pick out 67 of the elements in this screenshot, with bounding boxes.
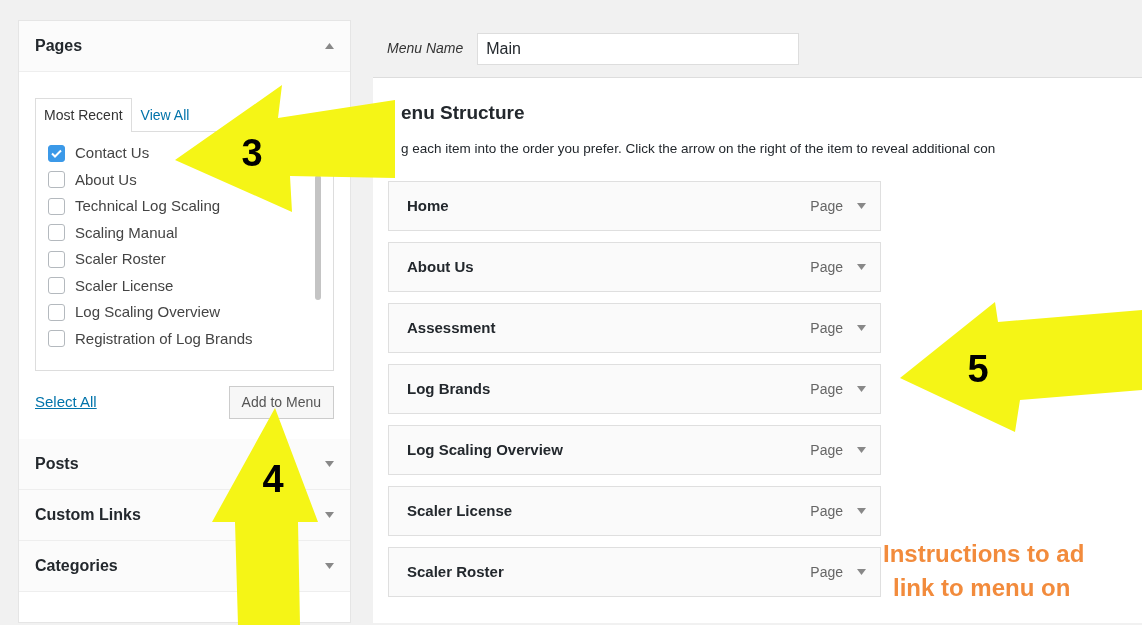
checkbox[interactable]	[48, 224, 65, 242]
checkbox-label: Scaler Roster	[75, 249, 166, 269]
checkbox[interactable]	[48, 171, 65, 189]
expand-icon[interactable]	[857, 203, 866, 210]
checkbox-label: Technical Log Scaling	[75, 196, 221, 216]
tab[interactable]: Most Recent	[35, 98, 132, 132]
item-type: Page	[810, 257, 843, 277]
collapse-icon[interactable]	[325, 43, 334, 49]
menu-item[interactable]: Scaler License Page	[388, 486, 881, 537]
item-type: Page	[810, 318, 843, 338]
expand-icon[interactable]	[325, 512, 334, 518]
checkbox-label: Scaler License	[75, 275, 174, 296]
section-title[interactable]: Posts	[35, 452, 79, 476]
expand-icon[interactable]	[857, 508, 866, 515]
menu-name-field[interactable]: Main	[477, 32, 800, 65]
checkbox-label: Contact Us	[75, 143, 150, 163]
field-label: Menu Name	[387, 39, 464, 58]
expand-icon[interactable]	[325, 563, 334, 569]
menu-item-title: Assessment	[407, 317, 497, 338]
section-title[interactable]: Custom Links	[35, 503, 141, 527]
step-number: 3	[241, 132, 263, 174]
item-type: Page	[810, 196, 843, 216]
scrollbar[interactable]	[315, 175, 321, 300]
menu-item[interactable]: Assessment Page	[388, 303, 881, 354]
description-text: g each item into the order you prefer. Click the arrow on the right of the item to reveal additional con	[401, 139, 997, 158]
select-all-link[interactable]: Select All	[35, 391, 97, 414]
menu-item[interactable]: Log Brands Page	[388, 364, 881, 415]
checkbox-label: Scaling Manual	[75, 222, 178, 243]
expand-icon[interactable]	[857, 569, 866, 576]
menu-item[interactable]: About Us Page	[388, 242, 881, 293]
caption-text: link to menu on	[892, 573, 1072, 603]
menu-item[interactable]: Log Scaling Overview Page	[388, 425, 881, 476]
caption-text: Instructions to ad	[883, 539, 1085, 569]
item-type: Page	[810, 501, 843, 521]
expand-icon[interactable]	[857, 447, 866, 454]
menu-item-title: Scaler License	[407, 500, 514, 521]
item-type: Page	[810, 379, 843, 399]
item-type: Page	[810, 562, 843, 582]
checkbox[interactable]	[48, 330, 65, 348]
checkbox-label: Log Scaling Overview	[75, 302, 221, 322]
menu-item-title: Log Brands	[407, 378, 492, 399]
step-number: 4	[262, 458, 284, 500]
checkbox[interactable]	[48, 277, 65, 295]
menu-item-title: Scaler Roster	[407, 561, 505, 582]
menu-item[interactable]: Home Page	[388, 181, 881, 232]
menu-item-title: Home	[407, 195, 450, 216]
expand-icon[interactable]	[325, 461, 334, 467]
checkbox[interactable]	[48, 303, 65, 321]
checkbox[interactable]	[48, 197, 65, 215]
step-number: 5	[967, 348, 989, 390]
section-heading: enu Structure	[401, 102, 526, 125]
checkbox[interactable]	[48, 250, 65, 268]
expand-icon[interactable]	[857, 386, 866, 393]
checkbox-label: About Us	[75, 169, 137, 190]
menu-item-title: Log Scaling Overview	[407, 439, 564, 460]
checkbox-label: Registration of Log Brands	[75, 328, 253, 349]
section-title[interactable]: Categories	[35, 554, 118, 578]
item-type: Page	[810, 440, 843, 460]
add-to-menu-button[interactable]: Add to Menu	[228, 386, 334, 419]
tab[interactable]: View All	[131, 98, 199, 132]
menu-item[interactable]: Scaler Roster Page	[388, 547, 881, 598]
checkbox[interactable]	[48, 144, 65, 162]
check-icon	[51, 148, 62, 158]
section-title[interactable]: Pages	[35, 34, 83, 58]
menu-item-title: About Us	[407, 256, 475, 277]
expand-icon[interactable]	[857, 264, 866, 271]
expand-icon[interactable]	[857, 325, 866, 332]
